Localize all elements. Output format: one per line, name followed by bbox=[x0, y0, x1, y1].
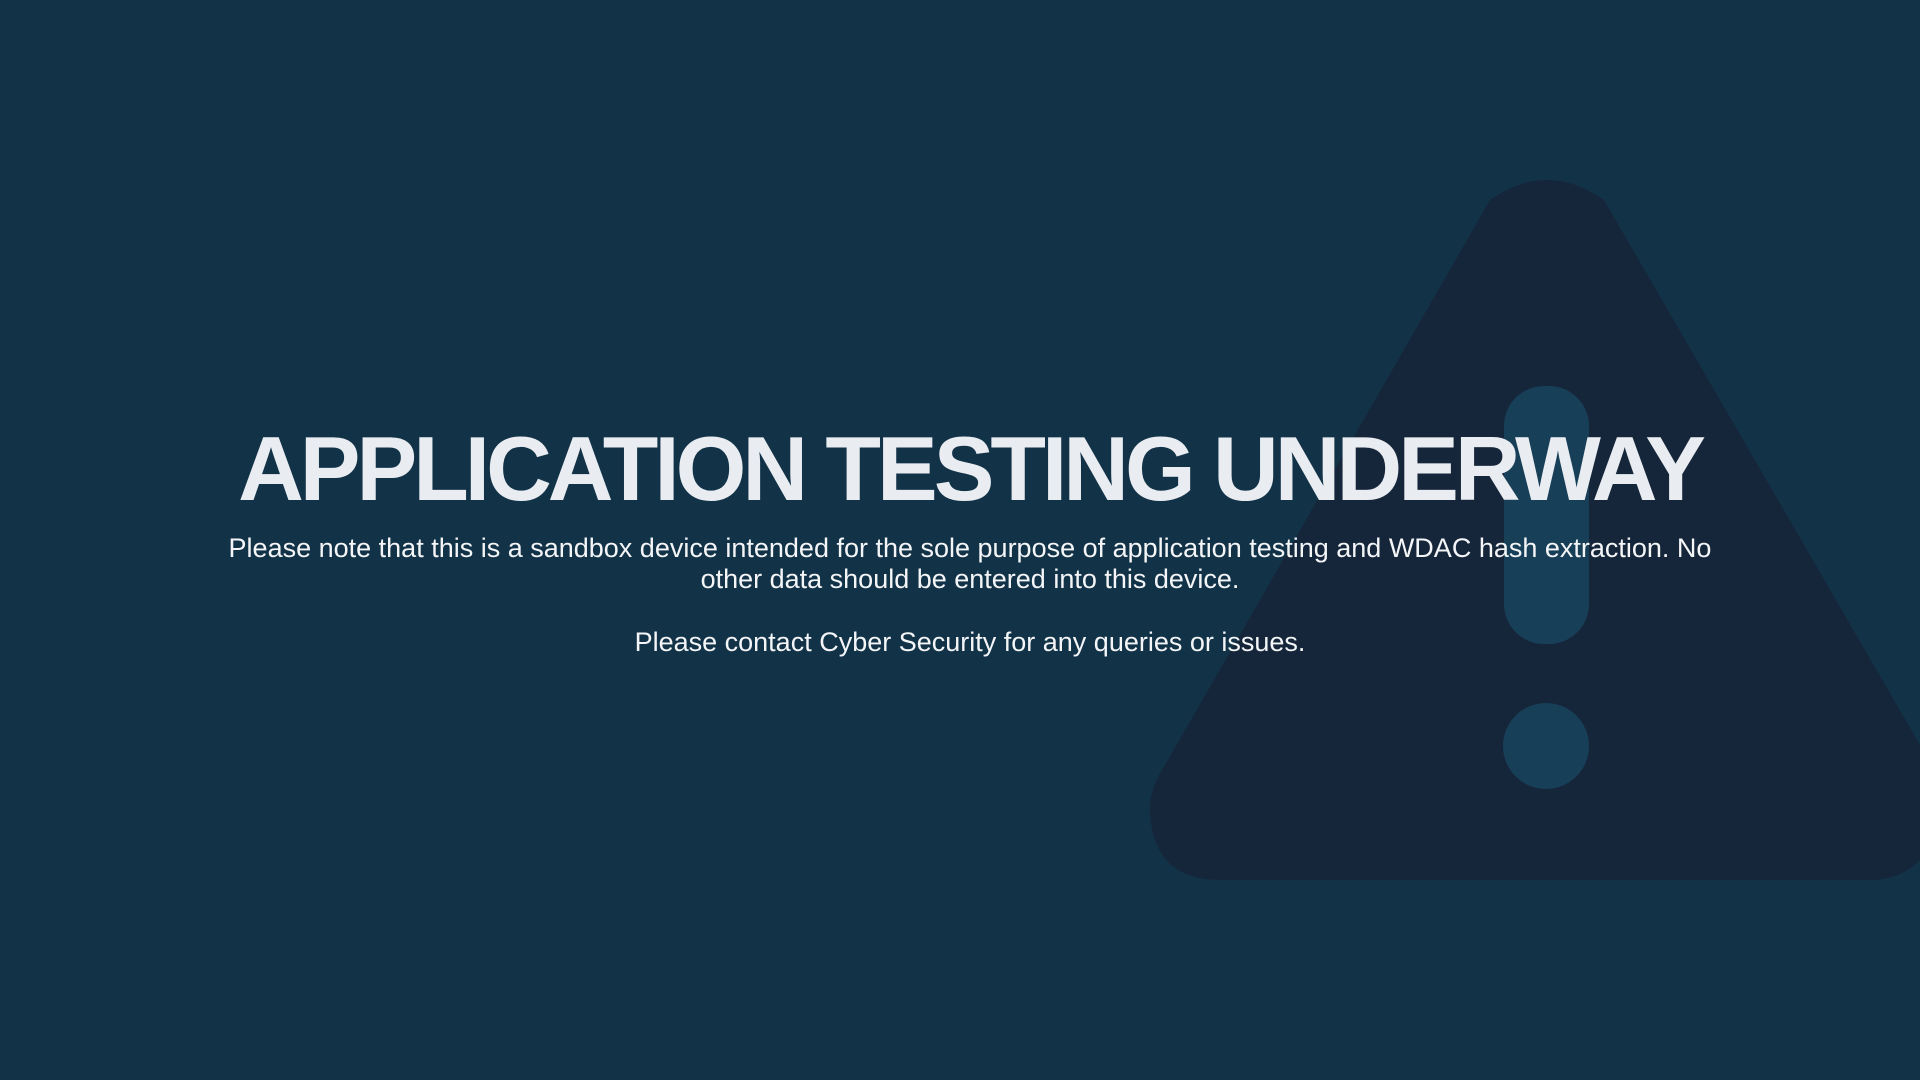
contact-notice: Please contact Cyber Security for any qu… bbox=[634, 627, 1306, 657]
sandbox-notice: Please note that this is a sandbox devic… bbox=[228, 533, 1712, 594]
page-title: APPLICATION TESTING UNDERWAY bbox=[238, 419, 1706, 520]
message-panel: APPLICATION TESTING UNDERWAY Please note… bbox=[0, 0, 1920, 1080]
